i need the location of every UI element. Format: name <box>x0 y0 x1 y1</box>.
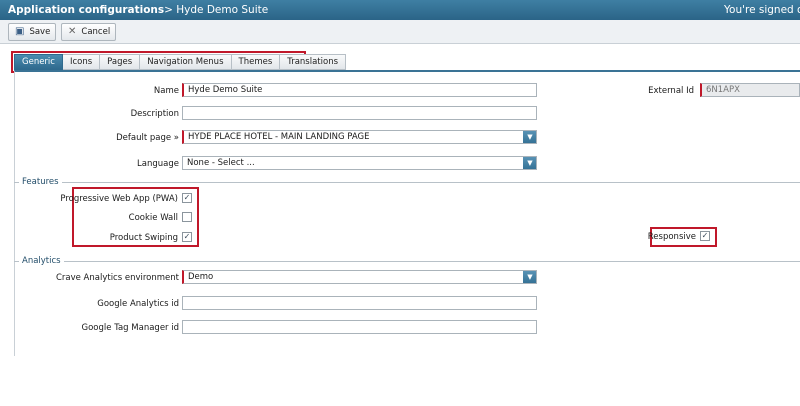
tab-generic[interactable]: Generic <box>14 54 63 70</box>
name-label: Name <box>153 86 179 96</box>
chevron-down-icon[interactable]: ▼ <box>523 131 536 143</box>
save-button[interactable]: ▣ Save <box>8 23 56 41</box>
external-id-label: External Id <box>648 86 694 96</box>
tab-navigation-menus[interactable]: Navigation Menus <box>140 54 232 70</box>
crave-env-select[interactable]: Demo ▼ <box>182 270 537 284</box>
description-input[interactable] <box>182 106 537 120</box>
breadcrumb: > Hyde Demo Suite <box>164 4 269 16</box>
default-page-value: HYDE PLACE HOTEL - MAIN LANDING PAGE <box>188 132 370 142</box>
section-divider <box>14 182 800 183</box>
chevron-down-icon[interactable]: ▼ <box>523 157 536 169</box>
gtm-label: Google Tag Manager id <box>81 323 179 333</box>
app-title: Application configurations <box>8 4 165 16</box>
description-label: Description <box>130 109 179 119</box>
cancel-label: Cancel <box>81 27 111 37</box>
analytics-section-header: Analytics <box>14 256 800 266</box>
default-page-select[interactable]: HYDE PLACE HOTEL - MAIN LANDING PAGE ▼ <box>182 130 537 144</box>
language-value: None - Select ... <box>187 158 255 168</box>
section-divider <box>14 261 800 262</box>
title-bar: Application configurations> Hyde Demo Su… <box>0 0 800 20</box>
save-label: Save <box>29 27 51 37</box>
pwa-label: Progressive Web App (PWA) <box>60 194 178 204</box>
analytics-section-label: Analytics <box>19 256 64 266</box>
cancel-button[interactable]: ✕ Cancel <box>61 23 116 41</box>
tab-bar: Generic Icons Pages Navigation Menus The… <box>14 54 347 70</box>
tab-icons[interactable]: Icons <box>62 54 101 70</box>
product-swiping-label: Product Swiping <box>109 233 178 243</box>
crave-env-label: Crave Analytics environment <box>55 273 179 283</box>
cookie-wall-label: Cookie Wall <box>128 213 178 223</box>
features-section-header: Features <box>14 177 800 187</box>
language-label: Language <box>137 159 179 169</box>
page-title: Application configurations> Hyde Demo Su… <box>8 4 268 16</box>
responsive-label: Responsive <box>647 232 696 242</box>
tab-pages[interactable]: Pages <box>100 54 141 70</box>
pwa-checkbox[interactable]: ✓ <box>182 193 192 203</box>
responsive-checkbox[interactable]: ✓ <box>700 231 710 241</box>
ga-input[interactable] <box>182 296 537 310</box>
ga-label: Google Analytics id <box>97 299 179 309</box>
close-icon: ✕ <box>68 26 77 37</box>
cookie-wall-checkbox[interactable] <box>182 212 192 222</box>
floppy-disk-icon: ▣ <box>15 26 25 37</box>
name-input[interactable]: Hyde Demo Suite <box>182 83 537 97</box>
features-section-label: Features <box>19 177 62 187</box>
tab-translations[interactable]: Translations <box>280 54 347 70</box>
gtm-input[interactable] <box>182 320 537 334</box>
chevron-down-icon[interactable]: ▼ <box>523 271 536 283</box>
product-swiping-checkbox[interactable]: ✓ <box>182 232 192 242</box>
tab-themes[interactable]: Themes <box>231 54 281 70</box>
toolbar: ▣ Save ✕ Cancel <box>0 20 800 44</box>
language-select[interactable]: None - Select ... ▼ <box>182 156 537 170</box>
default-page-label: Default page » <box>116 133 179 143</box>
crave-env-value: Demo <box>188 272 214 282</box>
external-id-input: 6N1APX <box>700 83 800 97</box>
signed-on-text: You're signed on a <box>724 4 800 16</box>
